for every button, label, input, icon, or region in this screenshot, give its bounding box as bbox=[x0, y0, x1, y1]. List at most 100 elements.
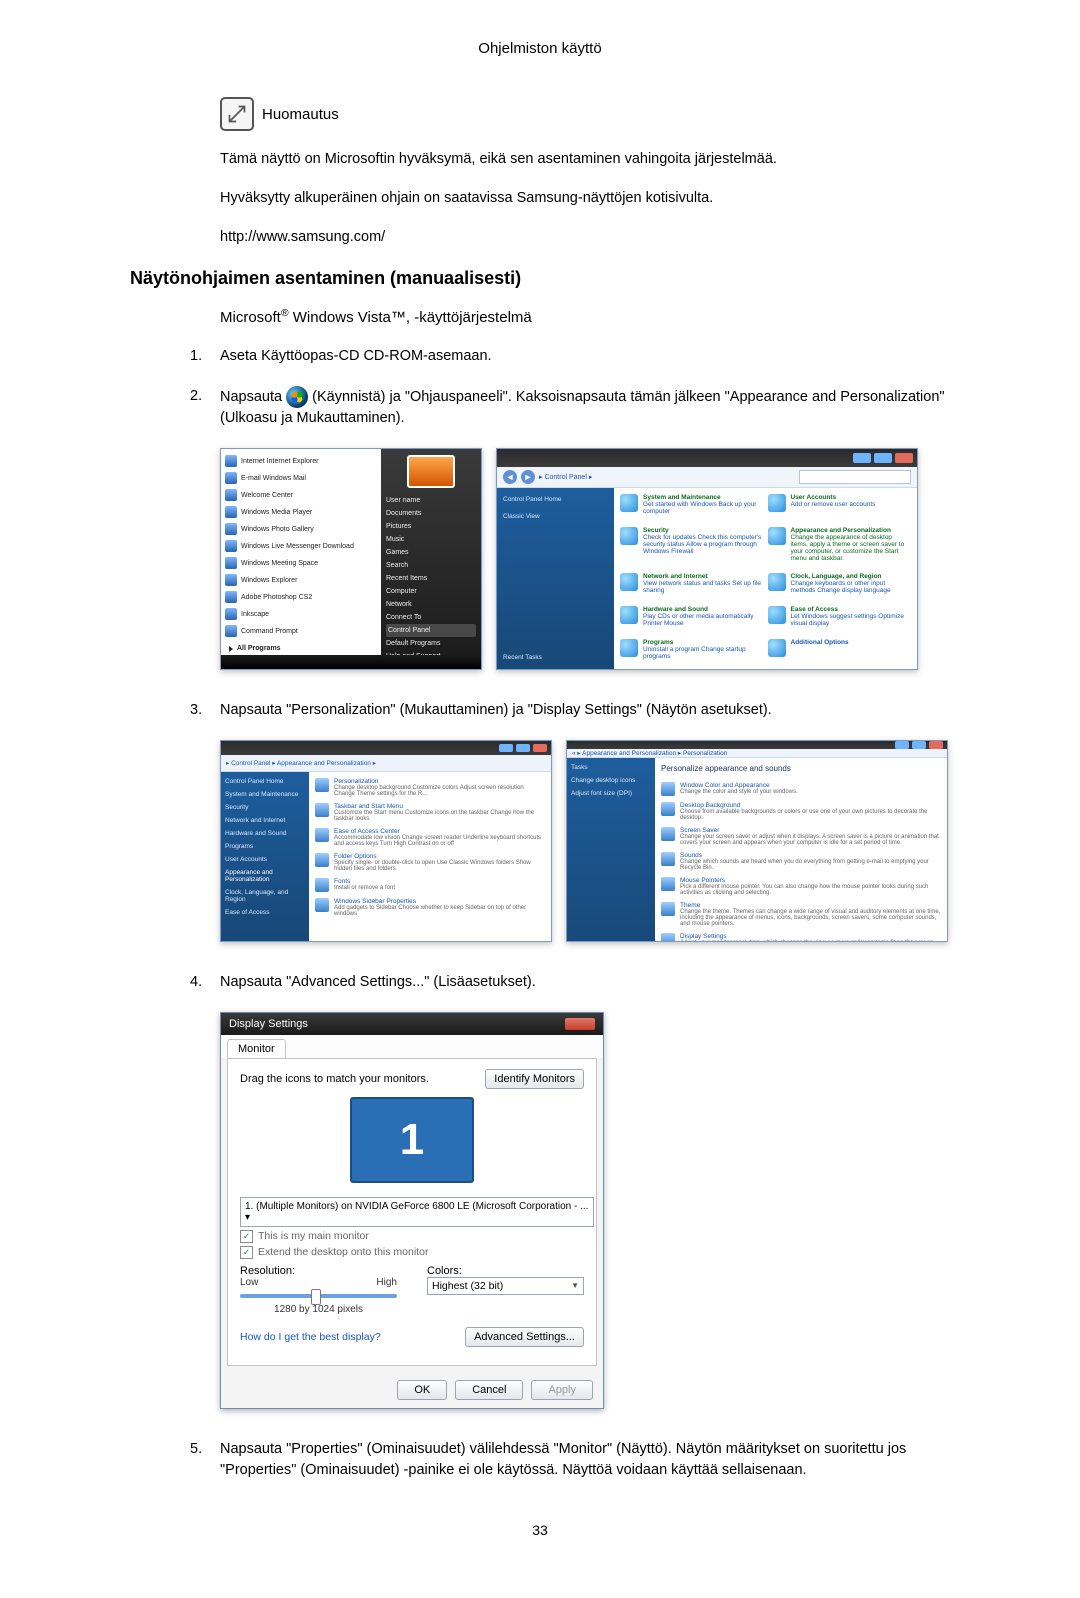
pw-item[interactable]: ThemeChange the theme. Themes can change… bbox=[661, 902, 941, 927]
sm-item[interactable]: Windows Meeting Space bbox=[225, 557, 377, 569]
maximize-button[interactable] bbox=[874, 453, 892, 463]
pw-item[interactable]: Display SettingsAdjust your monitor reso… bbox=[661, 933, 941, 942]
pw-side-link[interactable]: Ease of Access bbox=[225, 909, 305, 916]
minimize-button[interactable] bbox=[499, 744, 513, 752]
cp-category-appearance[interactable]: Appearance and PersonalizationChange the… bbox=[768, 527, 912, 566]
sm-right-link[interactable]: Computer bbox=[386, 585, 476, 598]
cp-side-link[interactable]: Classic View bbox=[503, 513, 608, 520]
cancel-button[interactable]: Cancel bbox=[455, 1380, 523, 1400]
pw-item[interactable]: Desktop BackgroundChoose from available … bbox=[661, 802, 941, 821]
main-monitor-checkbox[interactable]: ✓This is my main monitor bbox=[240, 1230, 584, 1243]
ease-access-icon bbox=[315, 828, 329, 842]
pw-item[interactable]: SoundsChange which sounds are heard when… bbox=[661, 852, 941, 871]
fonts-icon bbox=[315, 878, 329, 892]
cp-category[interactable]: Network and InternetView network status … bbox=[620, 573, 764, 598]
sm-item[interactable]: Internet Internet Explorer bbox=[225, 455, 377, 467]
tab-monitor[interactable]: Monitor bbox=[227, 1039, 286, 1058]
close-button[interactable] bbox=[929, 741, 943, 749]
pw-side-link[interactable]: Network and Internet bbox=[225, 817, 305, 824]
nav-back-icon[interactable]: ◄ bbox=[503, 470, 517, 484]
sm-item[interactable]: Windows Photo Gallery bbox=[225, 523, 377, 535]
sm-right-link[interactable]: Connect To bbox=[386, 611, 476, 624]
sm-right-link[interactable]: Games bbox=[386, 546, 476, 559]
monitor-dropdown[interactable]: 1. (Multiple Monitors) on NVIDIA GeForce… bbox=[240, 1197, 594, 1227]
step-2a: Napsauta bbox=[220, 389, 286, 405]
pw-item[interactable]: Mouse PointersPick a different mouse poi… bbox=[661, 877, 941, 896]
sm-item[interactable]: E-mail Windows Mail bbox=[225, 472, 377, 484]
close-button[interactable] bbox=[565, 1018, 595, 1030]
slider-thumb[interactable] bbox=[311, 1289, 321, 1305]
pw-side-link[interactable]: Hardware and Sound bbox=[225, 830, 305, 837]
sm-item[interactable]: Welcome Center bbox=[225, 489, 377, 501]
search-input[interactable] bbox=[799, 470, 911, 484]
pw-item[interactable]: Windows Sidebar PropertiesAdd gadgets to… bbox=[315, 898, 545, 917]
cp-side-link[interactable]: Control Panel Home bbox=[503, 496, 608, 503]
sm-right-link[interactable]: Network bbox=[386, 598, 476, 611]
maximize-button[interactable] bbox=[912, 741, 926, 749]
pw-side-link[interactable]: System and Maintenance bbox=[225, 791, 305, 798]
minimize-button[interactable] bbox=[853, 453, 871, 463]
cp-category[interactable]: Additional Options bbox=[768, 639, 912, 664]
sm-item[interactable]: Adobe Photoshop CS2 bbox=[225, 591, 377, 603]
pw-item[interactable]: PersonalizationChange desktop background… bbox=[315, 778, 545, 797]
close-button[interactable] bbox=[895, 453, 913, 463]
breadcrumb[interactable]: ▸ Control Panel ▸ bbox=[539, 473, 592, 481]
apply-button[interactable]: Apply bbox=[531, 1380, 593, 1400]
sm-right-link[interactable]: Recent Items bbox=[386, 572, 476, 585]
sm-right-link[interactable]: Documents bbox=[386, 507, 476, 520]
resolution-value: 1280 by 1024 pixels bbox=[240, 1304, 397, 1315]
sm-item[interactable]: Command Prompt bbox=[225, 625, 377, 637]
window-titlebar bbox=[221, 741, 551, 755]
pw-item[interactable]: Taskbar and Start MenuCustomize the Star… bbox=[315, 803, 545, 822]
pw-item[interactable]: Screen SaverChange your screen saver or … bbox=[661, 827, 941, 846]
pw-side-link[interactable]: Control Panel Home bbox=[225, 778, 305, 785]
minimize-button[interactable] bbox=[895, 741, 909, 749]
sm-right-link[interactable]: Search bbox=[386, 559, 476, 572]
cp-category[interactable]: Clock, Language, and RegionChange keyboa… bbox=[768, 573, 912, 598]
cp-category[interactable]: Ease of AccessLet Windows suggest settin… bbox=[768, 606, 912, 631]
cp-category[interactable]: SecurityCheck for updates Check this com… bbox=[620, 527, 764, 566]
extend-desktop-checkbox[interactable]: ✓Extend the desktop onto this monitor bbox=[240, 1246, 584, 1259]
note-url: http://www.samsung.com/ bbox=[220, 227, 950, 248]
res-high: High bbox=[376, 1277, 397, 1288]
sm-item[interactable]: Windows Live Messenger Download bbox=[225, 540, 377, 552]
sm-right-link[interactable]: Pictures bbox=[386, 520, 476, 533]
maximize-button[interactable] bbox=[516, 744, 530, 752]
pw-side-link[interactable]: User Accounts bbox=[225, 856, 305, 863]
cp-category[interactable]: ProgramsUninstall a program Change start… bbox=[620, 639, 764, 664]
pw-side-link[interactable]: Clock, Language, and Region bbox=[225, 889, 305, 903]
sm-right-link[interactable]: Default Programs bbox=[386, 637, 476, 650]
pw-side-current[interactable]: Appearance and Personalization bbox=[225, 869, 305, 883]
pw-side-link[interactable]: Change desktop icons bbox=[571, 777, 651, 784]
ok-button[interactable]: OK bbox=[397, 1380, 447, 1400]
sm-item[interactable]: Inkscape bbox=[225, 608, 377, 620]
pw-side-link[interactable]: Programs bbox=[225, 843, 305, 850]
pw-item[interactable]: FontsInstall or remove a font bbox=[315, 878, 545, 892]
colors-dropdown[interactable]: Highest (32 bit)▼ bbox=[427, 1277, 584, 1295]
breadcrumb[interactable]: ▸ Control Panel ▸ Appearance and Persona… bbox=[221, 755, 551, 772]
nav-fwd-icon[interactable]: ► bbox=[521, 470, 535, 484]
close-button[interactable] bbox=[533, 744, 547, 752]
sm-item[interactable]: Windows Explorer bbox=[225, 574, 377, 586]
pw-item[interactable]: Window Color and AppearanceChange the co… bbox=[661, 782, 941, 796]
resolution-slider[interactable] bbox=[240, 1294, 397, 1298]
sm-item[interactable]: Windows Media Player bbox=[225, 506, 377, 518]
best-display-link[interactable]: How do I get the best display? bbox=[240, 1331, 381, 1343]
pw-side-link[interactable]: Adjust font size (DPI) bbox=[571, 790, 651, 797]
pw-item-desc: Choose from available backgrounds or col… bbox=[680, 809, 941, 821]
sm-right-link[interactable]: User name bbox=[386, 494, 476, 507]
pw-item[interactable]: Ease of Access CenterAccommodate low vis… bbox=[315, 828, 545, 847]
cp-category[interactable]: Hardware and SoundPlay CDs or other medi… bbox=[620, 606, 764, 631]
pw-side-link[interactable]: Security bbox=[225, 804, 305, 811]
monitor-preview[interactable]: 1 bbox=[350, 1097, 474, 1183]
cp-category[interactable]: System and MaintenanceGet started with W… bbox=[620, 494, 764, 519]
step-4-text: Napsauta "Advanced Settings..." (Lisäase… bbox=[220, 972, 950, 994]
folder-options-icon bbox=[315, 853, 329, 867]
sm-right-link[interactable]: Music bbox=[386, 533, 476, 546]
identify-monitors-button[interactable]: Identify Monitors bbox=[485, 1069, 584, 1089]
breadcrumb[interactable]: « ▸ Appearance and Personalization ▸ Per… bbox=[567, 749, 947, 758]
sm-right-control-panel[interactable]: Control Panel bbox=[386, 624, 476, 637]
advanced-settings-button[interactable]: Advanced Settings... bbox=[465, 1327, 584, 1347]
pw-item[interactable]: Folder OptionsSpecify single- or double-… bbox=[315, 853, 545, 872]
cp-category[interactable]: User AccountsAdd or remove user accounts bbox=[768, 494, 912, 519]
